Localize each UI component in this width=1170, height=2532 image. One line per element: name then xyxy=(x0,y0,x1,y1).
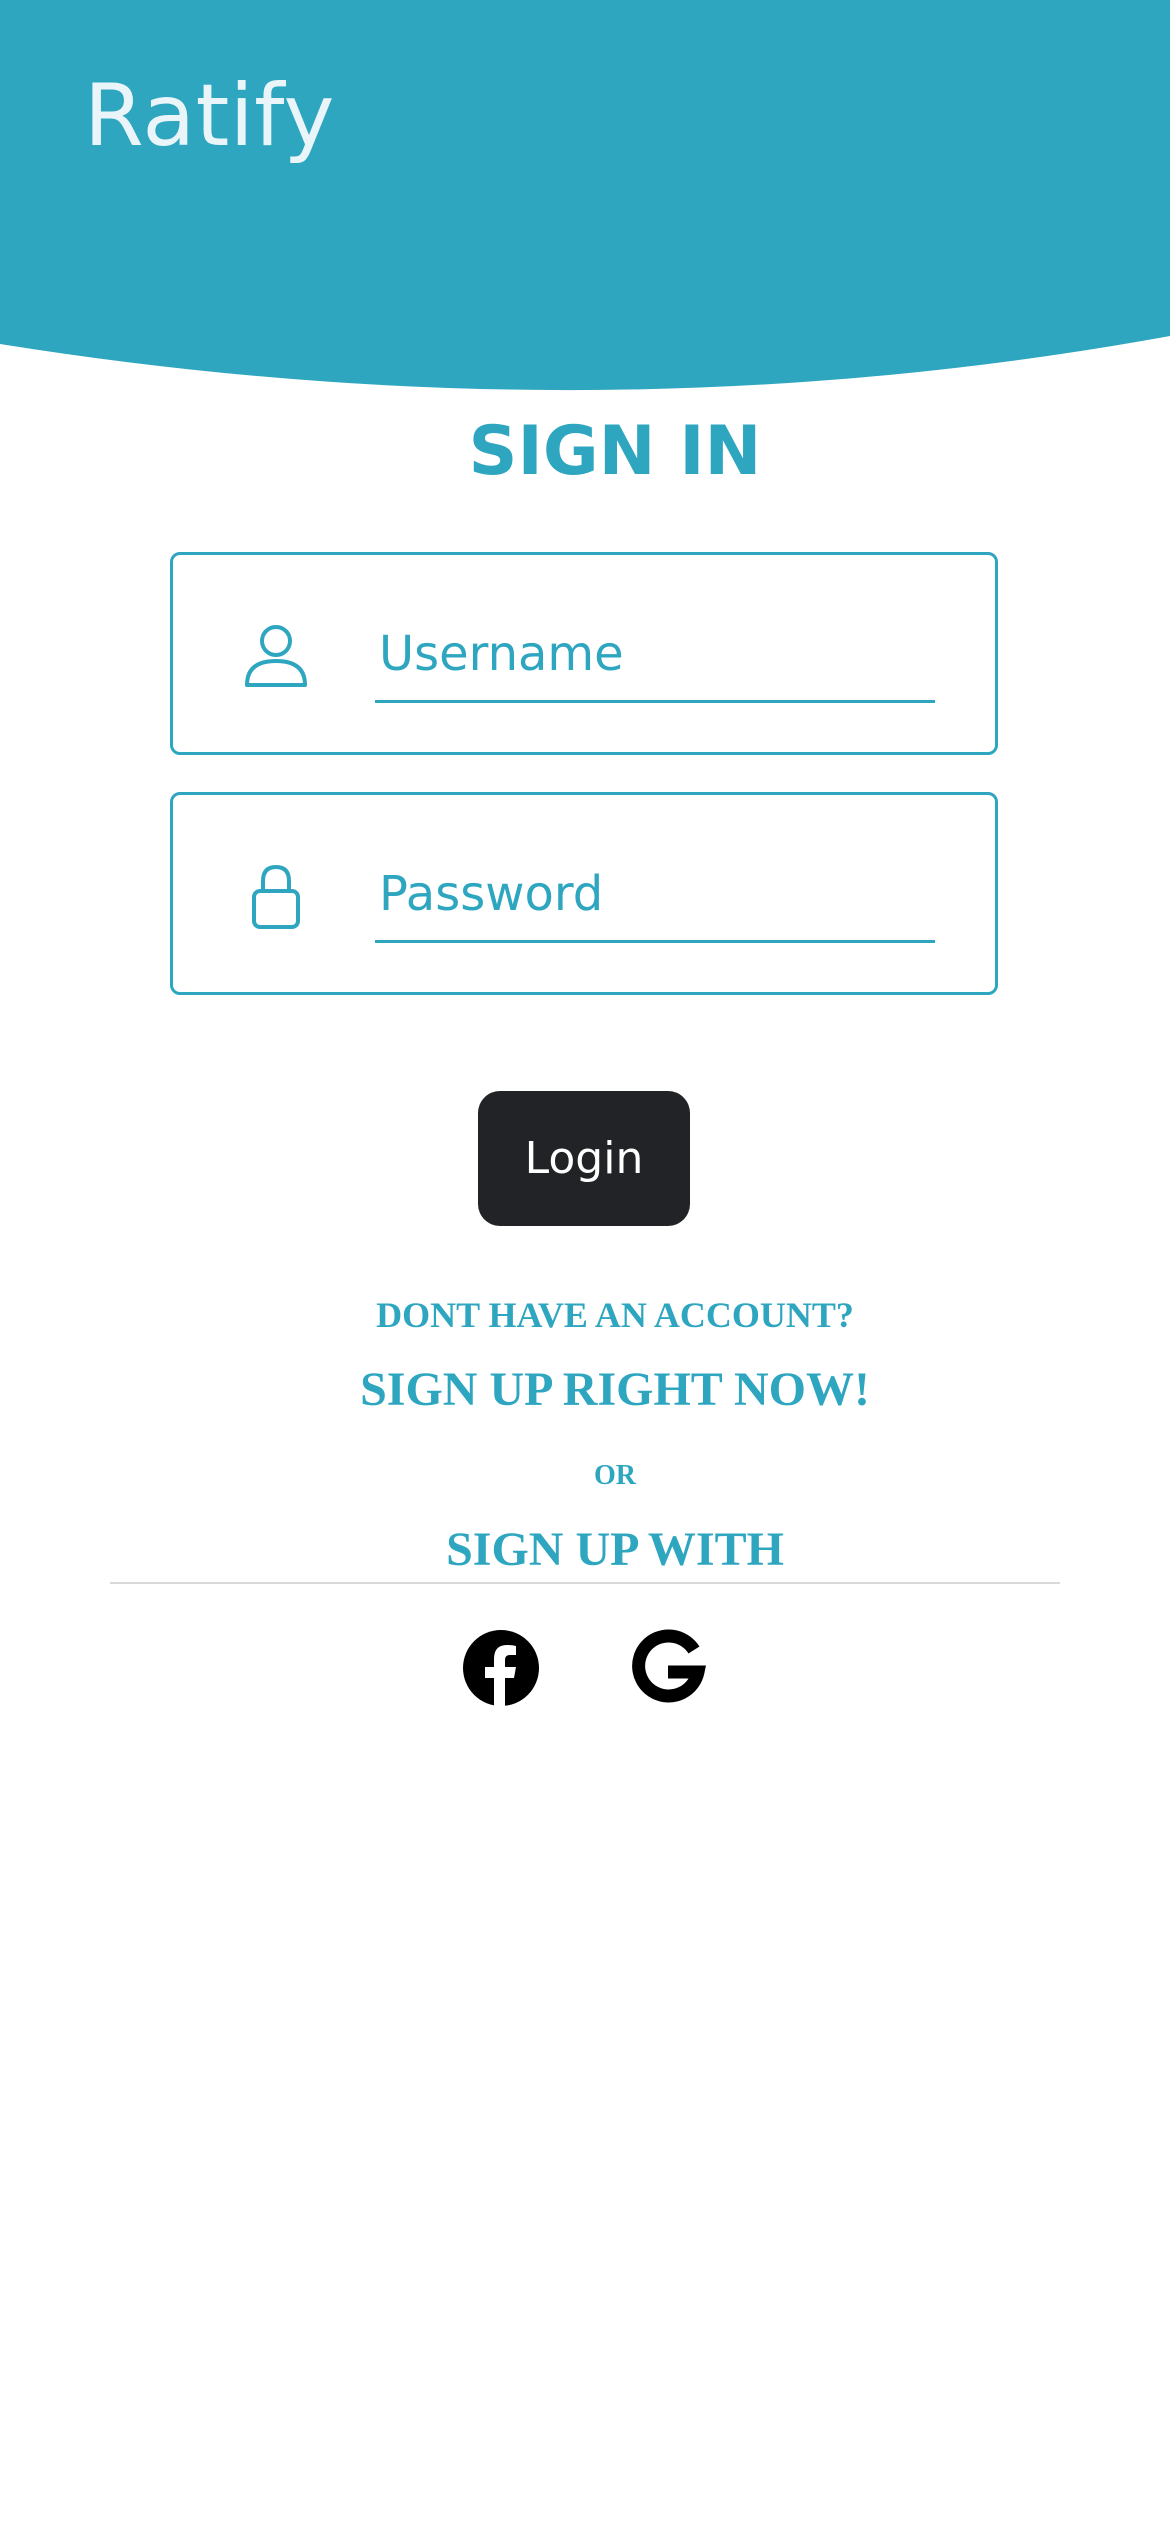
no-account-text: DONT HAVE AN ACCOUNT? xyxy=(376,1295,854,1335)
google-button[interactable] xyxy=(628,1628,708,1708)
username-input[interactable] xyxy=(375,607,935,703)
or-text: OR xyxy=(594,1460,636,1491)
app-title: Ratify xyxy=(84,66,335,166)
divider xyxy=(110,1582,1060,1584)
user-icon xyxy=(241,621,311,691)
facebook-icon xyxy=(463,1630,539,1708)
lock-icon xyxy=(241,861,311,931)
password-field xyxy=(170,792,998,995)
signup-link[interactable]: SIGN UP RIGHT NOW! xyxy=(30,1362,1170,1417)
header-wave-background xyxy=(0,0,1170,391)
facebook-button[interactable] xyxy=(461,1628,541,1708)
username-field xyxy=(170,552,998,755)
header: Ratify xyxy=(0,0,1170,400)
password-input[interactable] xyxy=(375,847,935,943)
google-icon xyxy=(632,1629,706,1703)
login-button[interactable]: Login xyxy=(478,1091,690,1226)
signup-with-text: SIGN UP WITH xyxy=(446,1523,784,1576)
page-title: SIGN IN xyxy=(468,412,762,491)
